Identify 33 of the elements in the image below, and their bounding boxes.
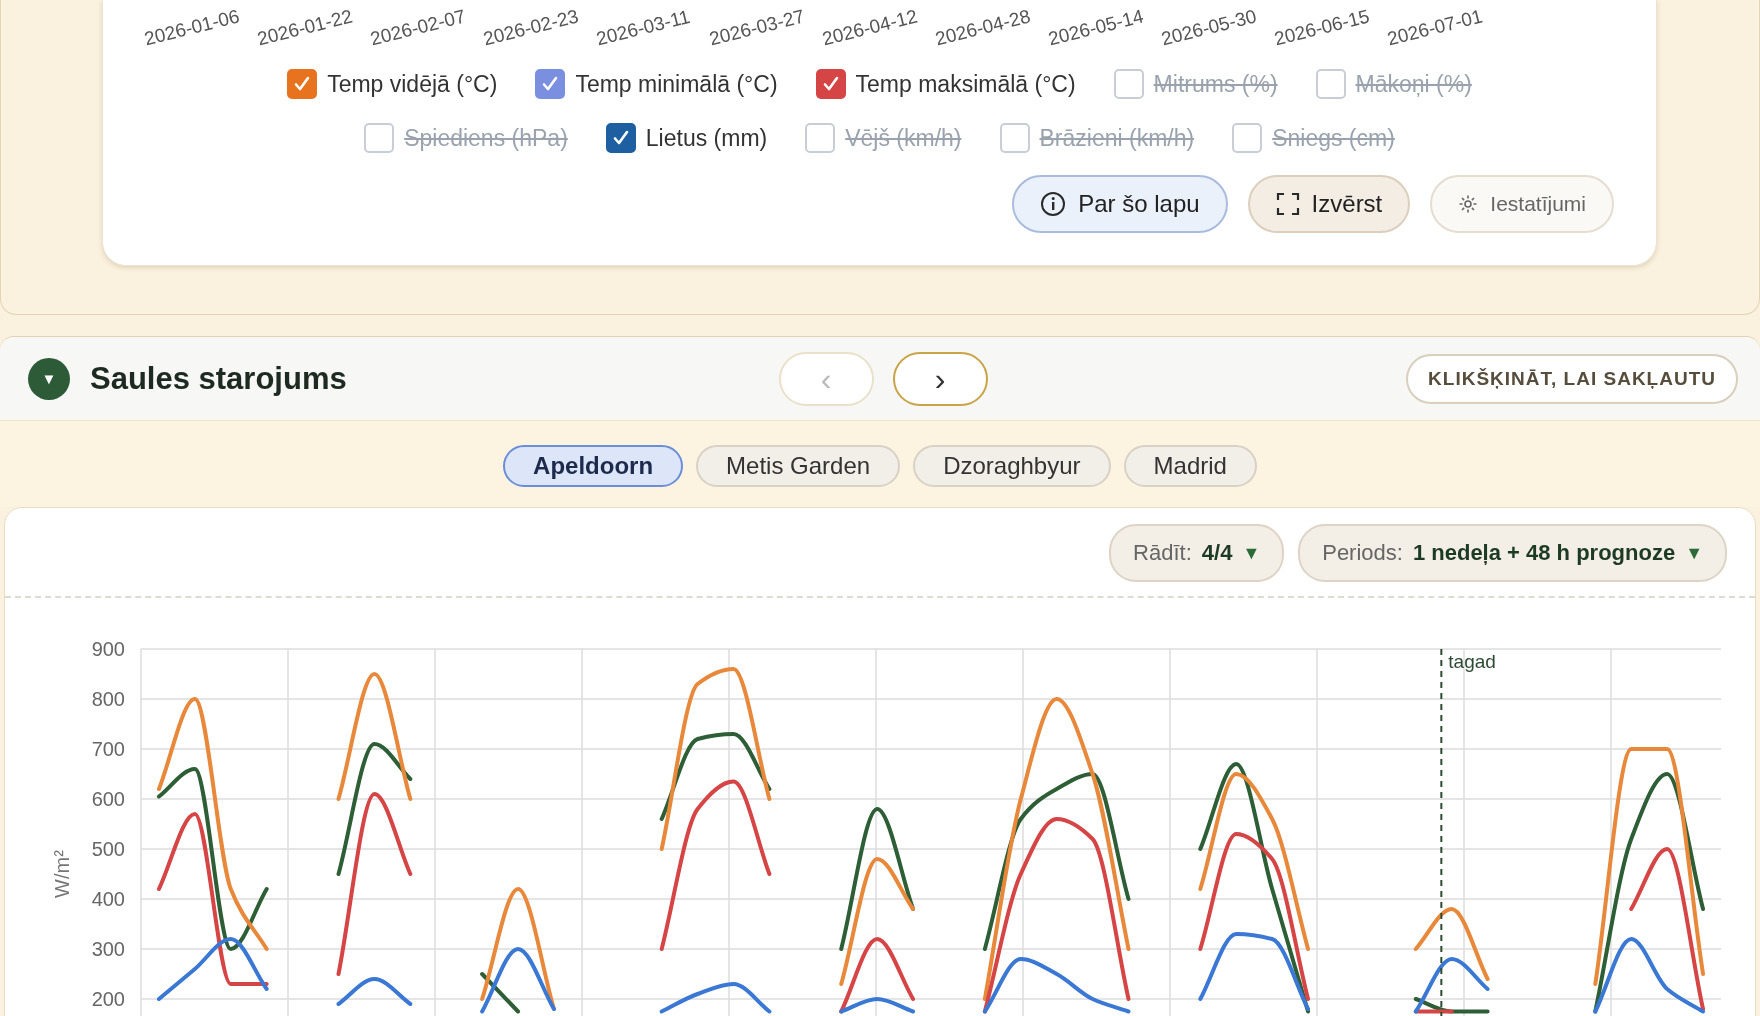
info-button[interactable]: Par šo lapu xyxy=(1012,175,1228,233)
dropdown[interactable]: Rādīt: 4/4 ▼ xyxy=(1109,524,1285,582)
dropdown-value: 1 nedeļa + 48 h prognoze xyxy=(1412,540,1676,566)
axis-label: 300 xyxy=(91,938,125,960)
axis-label: 400 xyxy=(91,888,125,910)
next-button[interactable]: › xyxy=(892,351,988,406)
dropdown-label: Periods: xyxy=(1322,540,1403,566)
dropdown-value: 4/4 xyxy=(1201,540,1233,566)
location-tab[interactable]: Metis Garden xyxy=(696,445,901,487)
axis-label: 900 xyxy=(91,638,125,660)
checkbox-label[interactable]: Temp minimālā (°C) xyxy=(575,70,778,98)
dropdown-label: Rādīt: xyxy=(1133,540,1192,566)
settings-button[interactable]: Iestatījumi xyxy=(1430,175,1614,233)
axis-label: 700 xyxy=(91,738,125,760)
collapse-toggle[interactable]: ▼ xyxy=(28,357,70,400)
checkbox-label[interactable]: Temp maksimālā (°C) xyxy=(855,70,1076,98)
section-title: Saules starojums xyxy=(90,360,347,397)
axis-label: 600 xyxy=(91,788,125,810)
axis-label: 200 xyxy=(91,988,125,1010)
dropdown[interactable]: Periods: 1 nedeļa + 48 h prognoze ▼ xyxy=(1298,524,1727,582)
caret-icon: ▼ xyxy=(1242,542,1261,564)
collapse-button[interactable]: KLIKŠĶINĀT, LAI SAKĻAUTU xyxy=(1406,353,1738,404)
axis-label: 500 xyxy=(91,838,125,860)
expand-button[interactable]: Izvērst xyxy=(1247,175,1411,233)
now-label: tagad xyxy=(1448,651,1496,672)
caret-icon: ▼ xyxy=(1685,542,1703,564)
checkbox-label[interactable]: Lietus (mm) xyxy=(645,124,768,152)
location-tab[interactable]: Dzoraghbyur xyxy=(913,445,1111,487)
location-tab[interactable]: Apeldoorn xyxy=(503,445,684,487)
axis-title: W/m² xyxy=(51,850,73,898)
checkbox-label[interactable]: Temp vidējā (°C) xyxy=(327,70,498,98)
axis-label: 800 xyxy=(91,688,125,710)
location-tab[interactable]: Madrid xyxy=(1123,445,1257,487)
